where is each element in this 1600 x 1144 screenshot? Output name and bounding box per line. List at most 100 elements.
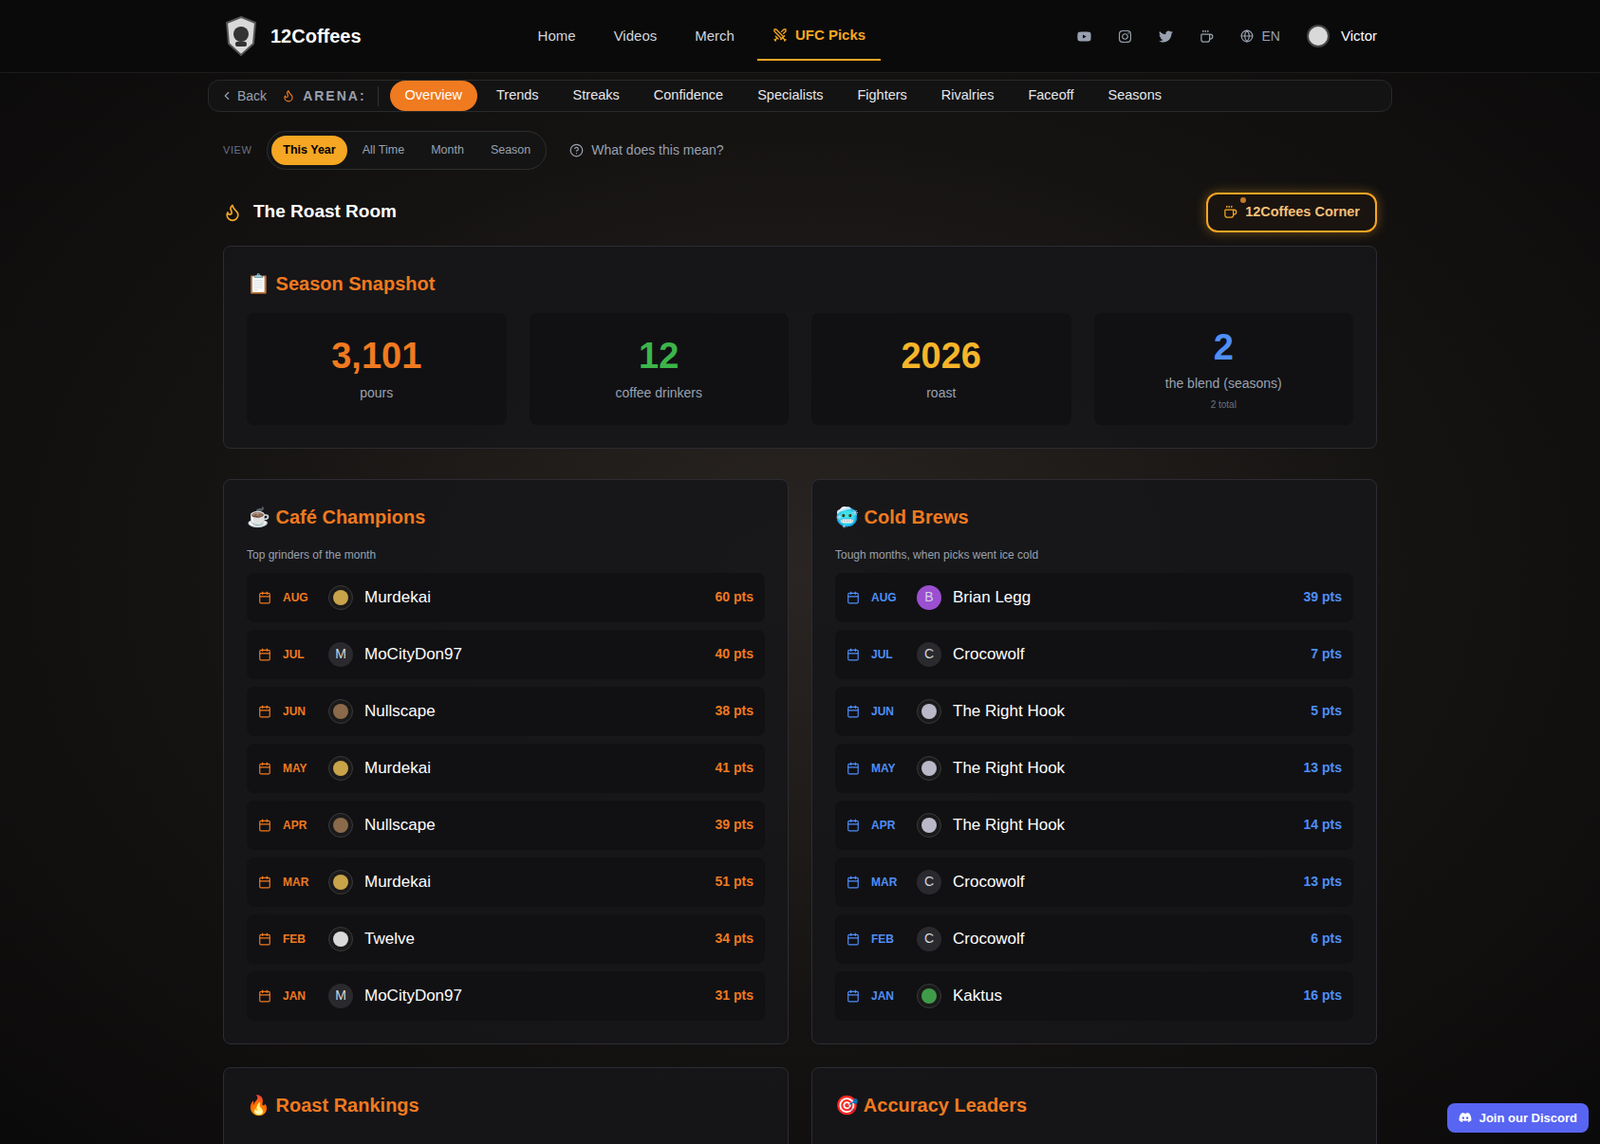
month-label: MAR xyxy=(282,874,317,892)
month-row[interactable]: JANMMoCityDon9731 pts xyxy=(246,971,765,1022)
avatar-image xyxy=(916,984,942,1009)
nav-link[interactable]: Home xyxy=(522,11,592,61)
month-row[interactable]: JULMMoCityDon9740 pts xyxy=(246,630,765,680)
coffee-icon xyxy=(1223,204,1238,220)
user-avatar xyxy=(1306,24,1330,48)
calendar-icon xyxy=(258,875,272,890)
arena-tab[interactable]: Faceoff xyxy=(1012,80,1089,112)
points: 6 pts xyxy=(1310,929,1342,949)
player-name: MoCityDon97 xyxy=(364,984,705,1009)
stat-value: 3,101 xyxy=(331,334,422,380)
player-name: MoCityDon97 xyxy=(364,642,705,668)
avatar-image xyxy=(328,756,354,782)
calendar-icon xyxy=(258,989,272,1004)
twitter-icon[interactable] xyxy=(1158,29,1173,44)
discord-button[interactable]: Join our Discord xyxy=(1447,1103,1589,1135)
month-row[interactable]: AUGBBrian Legg39 pts xyxy=(835,573,1354,623)
view-option[interactable]: All Time xyxy=(351,135,416,166)
avatar-image xyxy=(916,756,942,782)
arena-label: ARENA: xyxy=(281,86,378,107)
panel-title: ☕ Café Champions xyxy=(246,502,765,532)
arena-tab[interactable]: Fighters xyxy=(841,80,922,112)
panel-title: 🔥 Roast Rankings xyxy=(246,1091,765,1120)
month-label: MAY xyxy=(282,760,317,778)
avatar-image xyxy=(916,699,942,725)
panel-title: 📋 Season Snapshot xyxy=(246,269,1354,298)
season-snapshot: 📋 Season Snapshot 3,101pours 12 coffee drin… xyxy=(223,245,1377,449)
view-toggle: This YearAll TimeMonthSeason xyxy=(266,130,547,170)
youtube-icon[interactable] xyxy=(1077,29,1092,44)
calendar-icon xyxy=(846,705,860,719)
month-row[interactable]: AUGMurdekai60 pts xyxy=(246,573,765,623)
month-row[interactable]: JUNNullscape38 pts xyxy=(246,687,765,737)
avatar-image xyxy=(328,870,354,895)
stat-value: 12 xyxy=(638,334,679,380)
month-label: FEB xyxy=(871,930,906,949)
month-row[interactable]: FEBTwelve34 pts xyxy=(246,914,765,965)
arena-tab[interactable]: Specialists xyxy=(742,80,838,112)
avatar: C xyxy=(916,927,942,952)
back-button[interactable]: Back xyxy=(220,86,279,107)
month-row[interactable]: APRNullscape39 pts xyxy=(246,800,765,851)
avatar-image xyxy=(328,585,354,611)
avatar: C xyxy=(916,870,942,895)
view-row: VIEWThis YearAll TimeMonthSeasonWhat doe… xyxy=(223,130,1377,170)
calendar-icon xyxy=(846,875,860,890)
panel-subtitle: Tough months, when picks went ice cold xyxy=(835,546,1354,564)
stat-label: the blend (seasons) xyxy=(1165,373,1283,394)
stat-card: 3,101pours xyxy=(246,313,507,426)
month-row[interactable]: FEB C Crocowolf 6 pts xyxy=(835,914,1354,965)
month-row[interactable]: JUNThe Right Hook5 pts xyxy=(835,687,1354,737)
month-label: JUL xyxy=(282,646,317,664)
avatar: C xyxy=(916,642,942,668)
view-option[interactable]: Month xyxy=(419,135,476,166)
avatar: M xyxy=(328,984,354,1009)
corner-button[interactable]: 12Coffees Corner xyxy=(1206,192,1377,233)
calendar-icon xyxy=(258,762,272,776)
player-name: Crocowolf xyxy=(952,642,1300,668)
chevron-left-icon xyxy=(220,89,234,103)
view-option[interactable]: Season xyxy=(479,135,542,166)
month-row[interactable]: MARMurdekai51 pts xyxy=(246,857,765,908)
panel-subtitle: Top grinders of the month xyxy=(246,546,765,564)
nav-link[interactable]: UFC Picks xyxy=(757,11,881,61)
avatar: M xyxy=(328,642,354,668)
nav-link[interactable]: Merch xyxy=(679,11,750,61)
calendar-icon xyxy=(258,591,272,605)
leader-panel: 🥶 Cold BrewsTough months, when picks wen… xyxy=(811,479,1377,1045)
stat-label: roast xyxy=(926,383,956,404)
user-menu[interactable]: Victor xyxy=(1306,24,1377,48)
points: 13 pts xyxy=(1303,758,1342,779)
view-option[interactable]: This Year xyxy=(271,135,347,166)
instagram-icon[interactable] xyxy=(1117,29,1133,44)
help-link[interactable]: What does this mean? xyxy=(569,140,724,161)
arena-tab[interactable]: Trends xyxy=(481,80,555,112)
arena-tab[interactable]: Overview xyxy=(390,80,478,112)
brand[interactable]: 12Coffees xyxy=(223,15,362,57)
points: 39 pts xyxy=(1303,587,1342,608)
month-label: AUG xyxy=(282,589,317,607)
language-selector[interactable]: EN xyxy=(1240,26,1280,47)
coffee-icon[interactable] xyxy=(1199,29,1214,44)
player-name: Crocowolf xyxy=(952,927,1300,952)
month-row[interactable]: JULCCrocowolf7 pts xyxy=(835,630,1354,680)
month-row[interactable]: MAYThe Right Hook13 pts xyxy=(835,744,1354,794)
month-row[interactable]: MAYMurdekai41 pts xyxy=(246,744,765,794)
stat-card: 2026roast xyxy=(811,313,1072,426)
arena-tab[interactable]: Seasons xyxy=(1093,80,1177,112)
points: 41 pts xyxy=(715,758,754,779)
stat-label: coffee drinkers xyxy=(614,383,703,404)
main-nav: HomeVideosMerchUFC Picks xyxy=(522,11,882,61)
notification-dot xyxy=(1240,197,1247,204)
nav-link[interactable]: Videos xyxy=(598,11,673,61)
month-label: JUN xyxy=(282,703,317,721)
arena-tab[interactable]: Confidence xyxy=(638,80,739,112)
month-row[interactable]: MARCCrocowolf13 pts xyxy=(835,857,1354,908)
arena-tab[interactable]: Streaks xyxy=(558,80,635,112)
calendar-icon xyxy=(846,762,860,776)
arena-tab[interactable]: Rivalries xyxy=(926,80,1010,112)
help-icon xyxy=(569,143,584,158)
month-label: MAR xyxy=(871,874,906,892)
month-row[interactable]: JANKaktus16 pts xyxy=(835,971,1354,1022)
month-row[interactable]: APRThe Right Hook14 pts xyxy=(835,800,1354,851)
